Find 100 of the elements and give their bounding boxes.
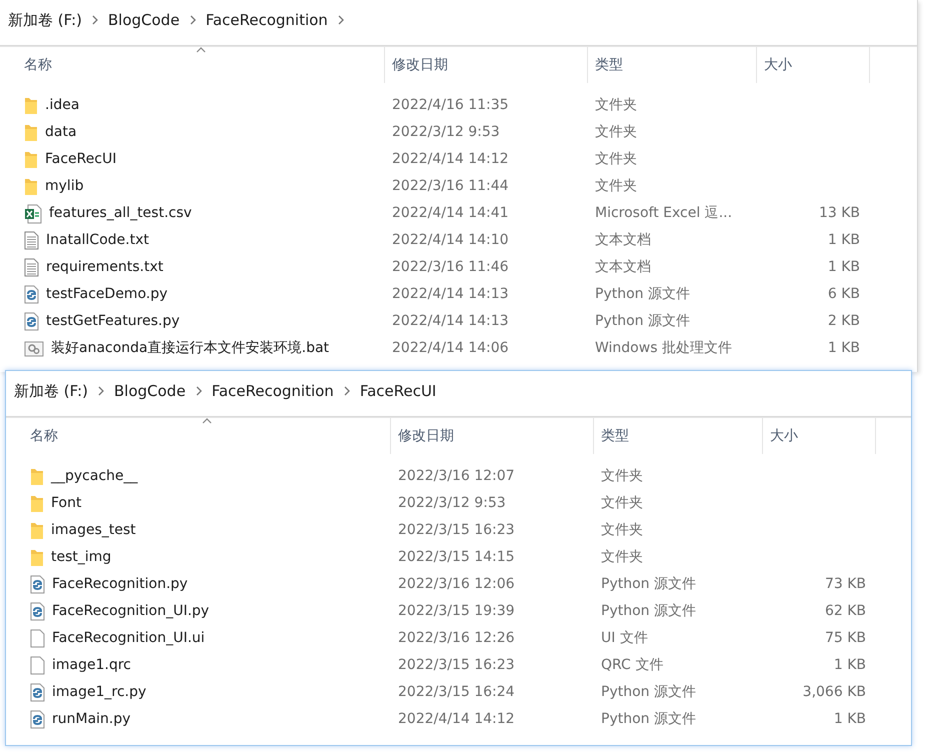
folder-icon (24, 150, 38, 168)
folder-icon (24, 124, 38, 142)
spreadsheet-icon (24, 204, 42, 224)
modified-date: 2022/4/16 11:35 (392, 97, 509, 113)
file-name[interactable]: test_img (51, 547, 112, 568)
modified-date: 2022/3/12 9:53 (398, 495, 506, 511)
modified-date: 2022/4/14 14:12 (392, 151, 509, 167)
modified-date: 2022/3/16 11:44 (392, 178, 509, 194)
file-type: 文件夹 (595, 124, 637, 140)
column-header[interactable]: 类型 (594, 418, 763, 454)
file-name[interactable]: FaceRecUI (45, 149, 116, 170)
file-type: 文件夹 (595, 151, 637, 167)
modified-date: 2022/3/16 12:26 (398, 630, 515, 646)
file-name[interactable]: features_all_test.csv (49, 203, 192, 224)
breadcrumb-item[interactable]: FaceRecognition (206, 8, 328, 32)
chevron-icon (92, 15, 98, 25)
folder-icon (30, 522, 44, 540)
breadcrumb-item[interactable]: FaceRecognition (212, 380, 334, 402)
breadcrumb-item[interactable]: BlogCode (114, 380, 186, 402)
file-type: 文件夹 (601, 495, 643, 511)
column-header[interactable]: 名称 (6, 418, 391, 454)
file-type: 文件夹 (601, 522, 643, 538)
file-type: 文件夹 (601, 468, 643, 484)
file-name[interactable]: Font (51, 493, 82, 514)
breadcrumb-item[interactable]: 新加卷 (F:) (14, 380, 88, 402)
file-name[interactable]: testFaceDemo.py (46, 284, 168, 305)
file-size: 62 KB (824, 603, 866, 619)
column-header[interactable]: 大小 (763, 418, 876, 454)
file-name[interactable]: image1.qrc (52, 655, 131, 676)
breadcrumb-item[interactable]: 新加卷 (F:) (8, 8, 82, 32)
file-size: 13 KB (818, 205, 860, 221)
modified-date: 2022/3/15 16:24 (398, 684, 515, 700)
column-header[interactable]: 修改日期 (391, 418, 594, 454)
file-size: 1 KB (828, 340, 860, 356)
file-size: 6 KB (828, 286, 860, 302)
column-header[interactable]: 大小 (757, 47, 870, 83)
folder-icon (24, 96, 38, 114)
file-type: 文件夹 (601, 549, 643, 565)
file-name[interactable]: images_test (51, 520, 136, 541)
modified-date: 2022/3/15 16:23 (398, 657, 515, 673)
file-name[interactable]: mylib (45, 176, 84, 197)
column-header[interactable]: 名称 (0, 47, 385, 83)
file-size: 3,066 KB (802, 684, 866, 700)
blank-file-icon (30, 656, 45, 675)
folder-icon (30, 468, 44, 486)
modified-date: 2022/3/15 16:23 (398, 522, 515, 538)
file-type: 文件夹 (595, 97, 637, 113)
python-file-icon (24, 312, 39, 331)
file-type: Python 源文件 (601, 603, 696, 619)
file-name[interactable]: FaceRecognition_UI.py (52, 601, 210, 622)
file-name[interactable]: FaceRecognition_UI.ui (52, 628, 205, 649)
gears-file-icon (24, 340, 44, 358)
file-size: 1 KB (834, 711, 866, 727)
file-name[interactable]: data (45, 122, 77, 143)
breadcrumb-item[interactable]: FaceRecUI (360, 380, 436, 402)
text-document-icon (24, 231, 39, 250)
file-name[interactable]: runMain.py (52, 709, 131, 730)
file-type: Python 源文件 (601, 576, 696, 592)
file-name[interactable]: image1_rc.py (52, 682, 146, 703)
chevron-icon (190, 15, 196, 25)
file-type: 文本文档 (595, 232, 651, 248)
chevron-icon (196, 386, 202, 396)
file-name[interactable]: InatallCode.txt (46, 230, 149, 251)
file-size: 75 KB (824, 630, 866, 646)
file-type: Windows 批处理文件 (595, 340, 732, 356)
chevron-icon (344, 386, 350, 396)
column-header[interactable]: 类型 (588, 47, 757, 83)
file-name[interactable]: requirements.txt (46, 257, 164, 278)
file-type: UI 文件 (601, 630, 648, 646)
python-file-icon (30, 575, 45, 594)
column-header[interactable]: 修改日期 (385, 47, 588, 83)
modified-date: 2022/3/12 9:53 (392, 124, 500, 140)
modified-date: 2022/4/14 14:06 (392, 340, 509, 356)
python-file-icon (30, 683, 45, 702)
file-size: 1 KB (834, 657, 866, 673)
python-file-icon (30, 710, 45, 729)
file-name[interactable]: __pycache__ (51, 466, 138, 487)
folder-icon (30, 548, 44, 566)
folder-icon (24, 178, 38, 196)
file-name[interactable]: testGetFeatures.py (46, 311, 180, 332)
modified-date: 2022/4/14 14:12 (398, 711, 515, 727)
modified-date: 2022/3/15 19:39 (398, 603, 515, 619)
file-name[interactable]: .idea (45, 95, 80, 116)
modified-date: 2022/3/16 12:06 (398, 576, 515, 592)
file-size: 2 KB (828, 313, 860, 329)
file-type: Python 源文件 (595, 286, 690, 302)
text-document-icon (24, 258, 39, 277)
modified-date: 2022/4/14 14:13 (392, 313, 509, 329)
file-name[interactable]: FaceRecognition.py (52, 574, 188, 595)
file-size: 1 KB (828, 259, 860, 275)
file-size: 73 KB (824, 576, 866, 592)
file-name[interactable]: 装好anaconda直接运行本文件安装环境.bat (51, 338, 330, 359)
python-file-icon (24, 285, 39, 304)
blank-file-icon (30, 629, 45, 648)
modified-date: 2022/3/16 12:07 (398, 468, 515, 484)
file-type: Python 源文件 (601, 684, 696, 700)
breadcrumb-item[interactable]: BlogCode (108, 8, 180, 32)
file-type: 文本文档 (595, 259, 651, 275)
file-type: Python 源文件 (595, 313, 690, 329)
file-type: 文件夹 (595, 178, 637, 194)
